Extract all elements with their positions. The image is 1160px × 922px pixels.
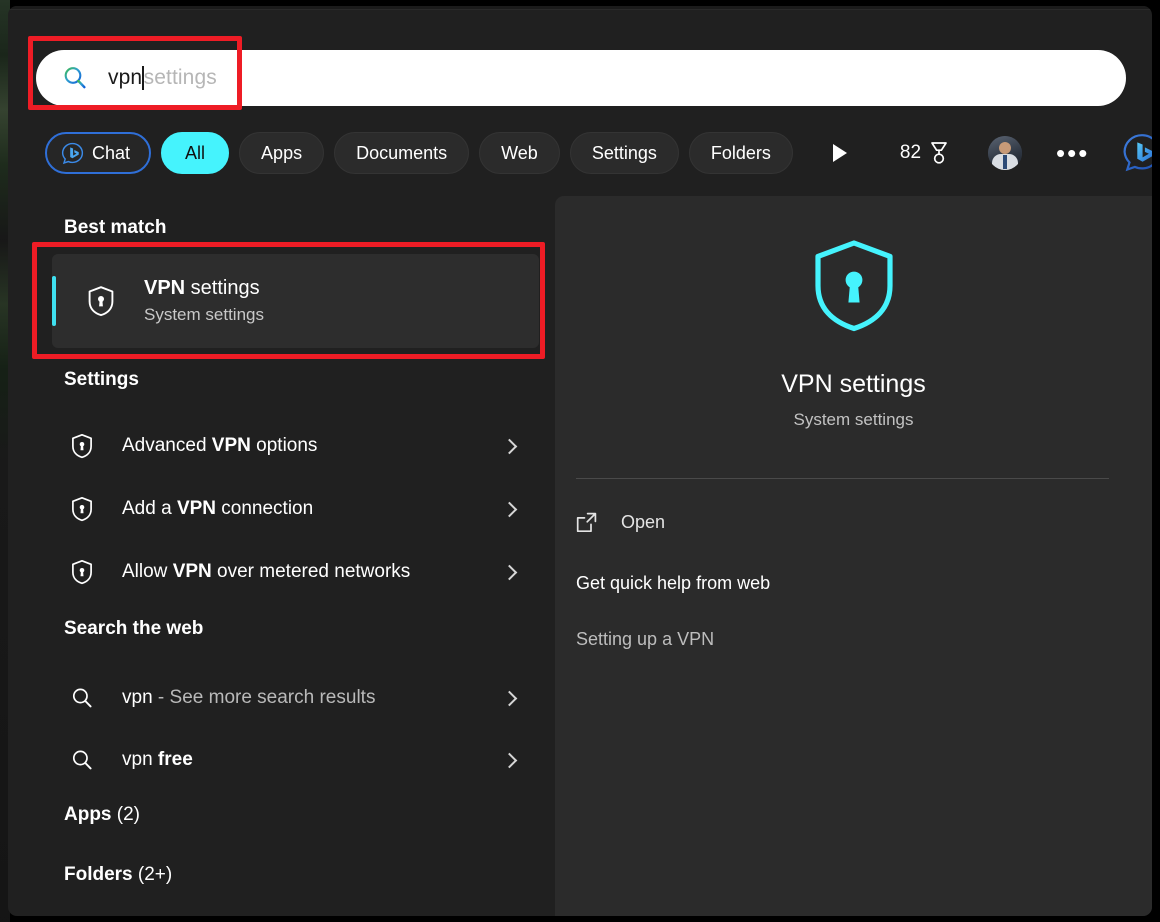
avatar[interactable] <box>988 136 1023 170</box>
chip-folders-label: Folders <box>710 142 771 163</box>
best-match-item-vpn-settings[interactable]: VPN settings System settings <box>52 254 539 348</box>
chip-web[interactable]: Web <box>479 132 560 174</box>
section-folders-count: (2+) <box>132 864 173 885</box>
external-link-icon <box>576 512 597 533</box>
search-icon <box>62 65 88 91</box>
chip-settings[interactable]: Settings <box>569 132 679 174</box>
preview-divider <box>576 478 1109 479</box>
quick-help-heading: Get quick help from web <box>576 572 771 593</box>
chevron-right-icon[interactable] <box>501 438 518 454</box>
preview-subtitle: System settings <box>793 410 914 429</box>
chip-folders[interactable]: Folders <box>688 132 793 174</box>
label-bold: VPN <box>211 435 251 456</box>
avatar-head <box>999 142 1012 154</box>
avatar-tie <box>1003 155 1008 169</box>
search-typed-value: vpn <box>108 66 143 89</box>
chip-chat-label: Chat <box>92 142 131 163</box>
flyout-top-edge <box>8 6 1152 10</box>
best-match-title-bold: VPN <box>144 277 186 299</box>
chip-web-label: Web <box>501 142 538 163</box>
label-post: over metered networks <box>211 561 411 582</box>
chip-all-label: All <box>185 142 206 163</box>
best-match-text-block: VPN settings System settings <box>144 275 264 327</box>
settings-item-advanced-vpn-options[interactable]: Advanced VPN options <box>52 423 539 469</box>
section-apps-label: Apps <box>64 804 112 825</box>
label-post: - See more search results <box>152 687 376 708</box>
open-button[interactable]: Open <box>576 507 665 537</box>
windows-search-flyout: vpn settings Chat All Apps Documents Web … <box>8 6 1152 916</box>
search-autocomplete-suffix: settings <box>143 66 217 89</box>
label-bold: VPN <box>176 498 217 519</box>
settings-item-allow-vpn-over-metered-networks[interactable]: Allow VPN over metered networks <box>52 549 539 595</box>
section-heading-folders[interactable]: Folders (2+) <box>8 864 172 886</box>
label-pre: Advanced <box>122 435 212 456</box>
settings-item-label: Add a VPN connection <box>122 498 313 520</box>
rewards-medal-icon <box>928 141 950 165</box>
search-box-container[interactable]: vpn settings <box>36 50 1126 106</box>
quick-help-link-setting-up-a-vpn[interactable]: Setting up a VPN <box>576 624 714 654</box>
label-pre: Add a <box>122 498 177 519</box>
chip-documents-label: Documents <box>356 142 448 163</box>
web-search-item-see-more-results[interactable]: vpn - See more search results <box>52 675 539 721</box>
vpn-shield-icon <box>70 559 94 585</box>
section-heading-apps[interactable]: Apps (2) <box>8 804 140 826</box>
best-match-title-rest: settings <box>185 277 260 299</box>
search-icon <box>70 747 94 773</box>
more-options-icon[interactable]: ••• <box>1056 140 1089 166</box>
rewards-points: 82 <box>899 142 922 163</box>
label-bold: free <box>157 749 193 770</box>
label-post: options <box>250 435 318 456</box>
label-pre: vpn <box>122 749 158 770</box>
web-search-item-label: vpn - See more search results <box>122 687 375 709</box>
section-apps-count: (2) <box>111 804 140 825</box>
chip-settings-label: Settings <box>591 142 657 163</box>
section-folders-label: Folders <box>64 864 133 885</box>
label-bold: VPN <box>172 561 212 582</box>
vpn-shield-icon <box>808 238 900 334</box>
search-input[interactable]: vpn settings <box>36 50 1126 106</box>
preview-pane: VPN settings System settings Open Get qu… <box>555 196 1152 916</box>
preview-title: VPN settings <box>781 370 926 398</box>
open-button-label: Open <box>621 511 666 532</box>
settings-item-label: Advanced VPN options <box>122 435 317 457</box>
bing-chat-icon <box>61 142 84 165</box>
label-pre: vpn <box>122 687 153 708</box>
chevron-right-icon[interactable] <box>501 501 518 517</box>
chip-apps[interactable]: Apps <box>239 132 325 174</box>
chip-apps-label: Apps <box>261 142 303 163</box>
results-column: Best match VPN settings System settings … <box>8 196 555 916</box>
web-search-item-label: vpn free <box>122 749 193 771</box>
chevron-right-icon[interactable] <box>501 752 518 768</box>
label-post: connection <box>216 498 314 519</box>
rewards-indicator[interactable]: 82 <box>900 141 950 165</box>
label-pre: Allow <box>122 561 173 582</box>
best-match-title: VPN settings <box>144 277 260 299</box>
chip-documents[interactable]: Documents <box>334 132 470 174</box>
bing-logo-icon[interactable] <box>1121 132 1152 174</box>
section-heading-best-match: Best match <box>64 217 167 238</box>
chevron-right-icon[interactable] <box>501 564 518 580</box>
chip-all[interactable]: All <box>161 132 230 174</box>
filter-chips-row: Chat All Apps Documents Web Settings Fol… <box>45 132 1152 174</box>
best-match-subtitle: System settings <box>144 305 264 324</box>
section-heading-search-the-web: Search the web <box>64 618 204 639</box>
search-text-row: vpn settings <box>108 66 217 90</box>
vpn-shield-icon <box>86 285 116 317</box>
chip-chat[interactable]: Chat <box>45 132 152 174</box>
section-heading-settings: Settings <box>64 369 139 390</box>
web-search-item-vpn-free[interactable]: vpn free <box>52 737 539 783</box>
settings-item-label: Allow VPN over metered networks <box>122 561 410 583</box>
vpn-shield-icon <box>70 496 94 522</box>
vpn-shield-icon <box>70 433 94 459</box>
search-icon <box>70 685 94 711</box>
play-arrow-icon[interactable] <box>832 144 847 162</box>
chevron-right-icon[interactable] <box>501 690 518 706</box>
settings-item-add-a-vpn-connection[interactable]: Add a VPN connection <box>52 486 539 532</box>
selection-indicator <box>52 276 56 326</box>
